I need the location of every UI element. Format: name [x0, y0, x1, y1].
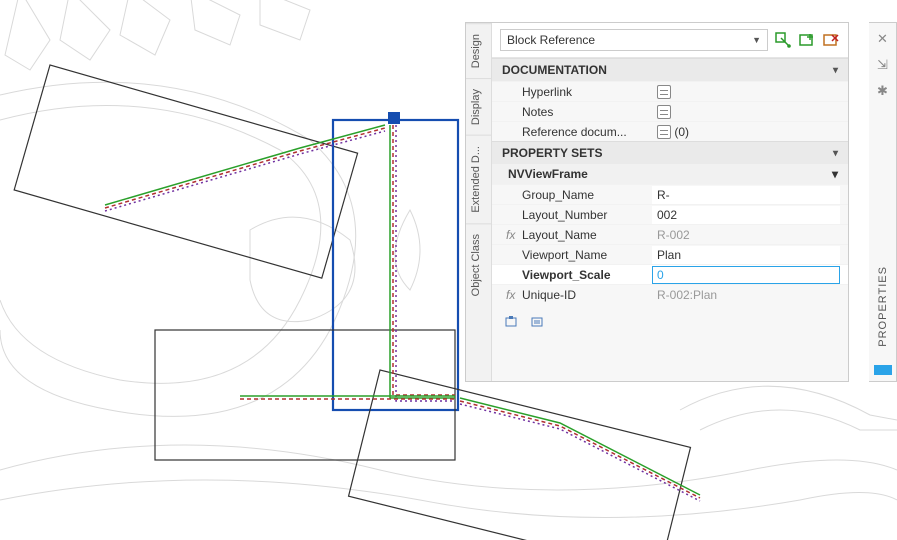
tab-object-class[interactable]: Object Class [466, 223, 491, 306]
pin-icon[interactable]: ⇲ [877, 57, 888, 73]
section-propertysets-title: PROPERTY SETS [502, 146, 602, 160]
tab-display[interactable]: Display [466, 78, 491, 135]
tool-icon-1[interactable] [504, 314, 520, 330]
fx-icon: fx [506, 288, 522, 302]
selector-value: Block Reference [507, 33, 595, 47]
propertyset-name: NVViewFrame [508, 167, 588, 181]
prop-viewport-name[interactable]: Viewport_Name Plan [492, 244, 848, 264]
doc-label: Reference docum... [522, 125, 652, 139]
prop-layout-number[interactable]: Layout_Number 002 [492, 204, 848, 224]
propertyset-name-row[interactable]: NVViewFrame ▾ [492, 164, 848, 184]
prop-label: Group_Name [522, 188, 652, 202]
prop-label: Unique-ID [522, 288, 652, 302]
tab-design[interactable]: Design [466, 23, 491, 78]
root: ✕ ⇲ ✱ PROPERTIES Design Display Extended… [0, 0, 897, 540]
panel-body: Block Reference ▼ DOCUMENTAT [492, 23, 848, 381]
selection-grip [388, 112, 400, 124]
vertical-tabs: Design Display Extended D... Object Clas… [466, 23, 492, 381]
doc-row-hyperlink[interactable]: Hyperlink [492, 81, 848, 101]
prop-value[interactable]: Plan [652, 246, 840, 264]
doc-row-notes[interactable]: Notes [492, 101, 848, 121]
refdoc-count: (0) [674, 125, 689, 139]
remove-property-set-icon[interactable] [822, 31, 840, 49]
prop-label: Viewport_Name [522, 248, 652, 262]
prop-viewport-scale[interactable]: Viewport_Scale 0 [492, 264, 848, 284]
collapse-icon: ▾ [833, 65, 838, 76]
tool-icon-2[interactable] [530, 314, 546, 330]
prop-label: Layout_Number [522, 208, 652, 222]
grid-icon [657, 125, 671, 139]
doc-label: Notes [522, 105, 652, 119]
object-type-selector[interactable]: Block Reference ▼ [500, 29, 768, 51]
prop-label: Viewport_Scale [522, 268, 652, 282]
properties-gutter: ✕ ⇲ ✱ PROPERTIES [869, 22, 897, 382]
prop-value: R-002 [652, 226, 840, 244]
section-documentation-header[interactable]: DOCUMENTATION ▾ [492, 58, 848, 81]
prop-label: Layout_Name [522, 228, 652, 242]
section-propertysets-header[interactable]: PROPERTY SETS ▾ [492, 141, 848, 164]
prop-value[interactable]: 002 [652, 206, 840, 224]
grid-icon [657, 85, 671, 99]
panel-bottom-tools [492, 304, 848, 340]
properties-panel: Design Display Extended D... Object Clas… [465, 22, 849, 382]
collapse-icon: ▾ [832, 167, 838, 181]
prop-value[interactable]: R- [652, 186, 840, 204]
prop-layout-name: fx Layout_Name R-002 [492, 224, 848, 244]
grid-icon [657, 105, 671, 119]
fx-icon: fx [506, 228, 522, 242]
gutter-title: PROPERTIES [877, 266, 889, 347]
prop-unique-id: fx Unique-ID R-002:Plan [492, 284, 848, 304]
chevron-down-icon: ▼ [752, 35, 761, 45]
collapse-icon: ▾ [833, 148, 838, 159]
doc-row-refdoc[interactable]: Reference docum... (0) [492, 121, 848, 141]
gutter-highlight [874, 365, 892, 375]
prop-group-name[interactable]: Group_Name R- [492, 184, 848, 204]
toolbar-icons [774, 31, 840, 49]
section-documentation-title: DOCUMENTATION [502, 63, 607, 77]
doc-label: Hyperlink [522, 85, 652, 99]
prop-value-editing[interactable]: 0 [652, 266, 840, 284]
prop-value: R-002:Plan [652, 286, 840, 304]
close-icon[interactable]: ✕ [877, 31, 888, 47]
gear-icon[interactable]: ✱ [877, 83, 888, 99]
panel-topbar: Block Reference ▼ [492, 23, 848, 58]
tab-extended-data[interactable]: Extended D... [466, 135, 491, 223]
quick-select-icon[interactable] [774, 31, 792, 49]
add-property-set-icon[interactable] [798, 31, 816, 49]
